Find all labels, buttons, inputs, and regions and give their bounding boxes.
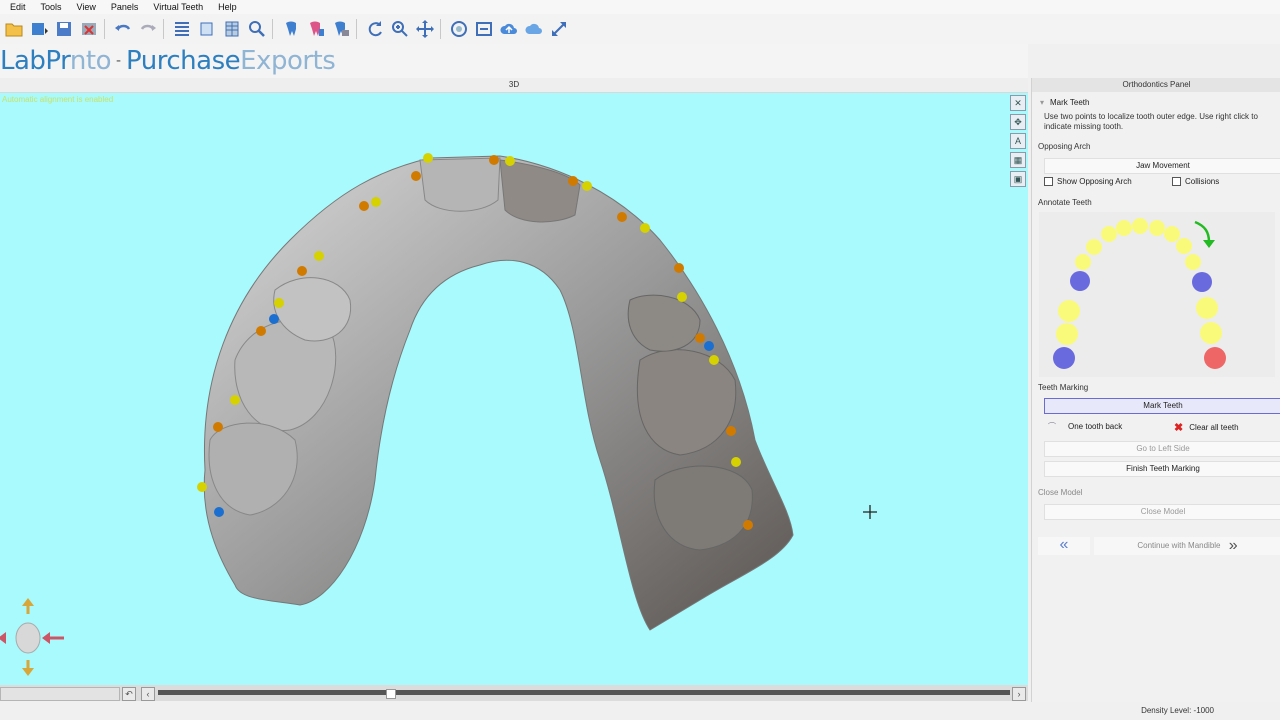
toolbar-separator xyxy=(440,19,441,39)
checkbox-box[interactable] xyxy=(1044,177,1053,186)
clear-all-teeth-button[interactable]: ✖ Clear all teeth xyxy=(1174,421,1239,434)
annotate-teeth-header: Annotate Teeth xyxy=(1038,198,1092,207)
back-double-chevron-icon[interactable]: « xyxy=(1038,537,1090,555)
finish-teeth-marking-button[interactable]: Finish Teeth Marking xyxy=(1044,461,1280,477)
opposing-arch-header: Opposing Arch xyxy=(1038,142,1091,151)
scroll-home-icon[interactable]: ↶ xyxy=(122,687,136,701)
zoom-search-icon[interactable] xyxy=(246,18,268,40)
save-icon[interactable] xyxy=(53,18,75,40)
mark-teeth-hint: Use two points to localize tooth outer e… xyxy=(1044,112,1258,131)
menu-tools[interactable]: Tools xyxy=(31,2,67,12)
crosshair-cursor xyxy=(863,505,877,519)
brand-logo-left: LabPrnto xyxy=(0,46,111,76)
collisions-checkbox[interactable]: Collisions xyxy=(1172,177,1219,186)
scroll-field[interactable] xyxy=(0,687,120,701)
table-icon[interactable] xyxy=(221,18,243,40)
redo-icon[interactable] xyxy=(137,18,159,40)
menu-panels[interactable]: Panels xyxy=(101,2,144,12)
cloud-icon[interactable] xyxy=(523,18,545,40)
toolbar-separator xyxy=(163,19,164,39)
refresh-icon[interactable] xyxy=(364,18,386,40)
scroll-thumb[interactable] xyxy=(386,689,396,699)
main-toolbar xyxy=(0,14,1280,44)
show-opposing-arch-checkbox[interactable]: Show Opposing Arch xyxy=(1044,177,1132,186)
tooth-select-icon[interactable] xyxy=(330,18,352,40)
menu-view[interactable]: View xyxy=(67,2,101,12)
density-level-text: Density Level: -1000 xyxy=(1141,706,1214,715)
tooth-back-icon: ⌒ xyxy=(1048,422,1056,431)
fit-icon[interactable] xyxy=(473,18,495,40)
mark-teeth-section-header[interactable]: ▾ Mark Teeth xyxy=(1040,98,1089,107)
toolbar-separator xyxy=(272,19,273,39)
panel-title: Orthodontics Panel xyxy=(1032,78,1280,92)
export-icon[interactable] xyxy=(28,18,50,40)
expand-icon[interactable] xyxy=(548,18,570,40)
timeline-scrollbar[interactable]: ↶ ‹ › xyxy=(0,685,1028,701)
close-view-icon[interactable]: ✕ xyxy=(1010,95,1026,111)
pan-icon[interactable] xyxy=(414,18,436,40)
menu-bar: Edit Tools View Panels Virtual Teeth Hel… xyxy=(0,0,1280,14)
viewport-side-toolbar: ✕ ✥ A ▦ ▣ xyxy=(1010,95,1026,190)
arch-teeth[interactable] xyxy=(1053,218,1226,369)
rotate-icon[interactable] xyxy=(448,18,470,40)
viewport-tab-title: 3D xyxy=(0,78,1028,93)
panel-navigation: « Continue with Mandible » xyxy=(1038,537,1280,555)
teeth-marking-header: Teeth Marking xyxy=(1038,383,1089,392)
scroll-right-icon[interactable]: › xyxy=(1012,687,1026,701)
camera-view-icon[interactable]: ▣ xyxy=(1010,171,1026,187)
continue-with-mandible-button[interactable]: Continue with Mandible » xyxy=(1094,537,1280,555)
close-model-button[interactable]: Close Model xyxy=(1044,504,1280,520)
upload-cloud-icon[interactable] xyxy=(498,18,520,40)
collapse-triangle-icon[interactable]: ▾ xyxy=(1040,98,1044,107)
status-bar xyxy=(0,702,1280,720)
checkbox-box[interactable] xyxy=(1172,177,1181,186)
orthodontics-panel: Orthodontics Panel ▾ Mark Teeth Use two … xyxy=(1031,78,1280,702)
menu-edit[interactable]: Edit xyxy=(0,2,31,12)
clear-x-icon: ✖ xyxy=(1174,422,1184,434)
one-tooth-back-button[interactable]: ⌒ One tooth back xyxy=(1048,421,1122,432)
annotate-view-icon[interactable]: A xyxy=(1010,133,1026,149)
tooth-current xyxy=(1204,347,1226,369)
menu-virtual-teeth[interactable]: Virtual Teeth xyxy=(143,2,208,12)
mark-teeth-button[interactable]: Mark Teeth xyxy=(1044,398,1280,414)
3d-viewport[interactable]: Automatic alignment is enabled ✕ ✥ A ▦ ▣ xyxy=(0,93,1028,685)
brand-logo-right: PurchaseExports xyxy=(126,46,336,76)
move-view-icon[interactable]: ✥ xyxy=(1010,114,1026,130)
zoom-icon[interactable] xyxy=(389,18,411,40)
undo-icon[interactable] xyxy=(112,18,134,40)
tooth-icon[interactable] xyxy=(280,18,302,40)
scroll-track[interactable] xyxy=(158,690,1010,695)
go-to-left-side-button[interactable]: Go to Left Side xyxy=(1044,441,1280,457)
toolbar-separator xyxy=(356,19,357,39)
brand-separator: - xyxy=(115,53,122,69)
tooth-missing-right xyxy=(1192,272,1212,292)
grid-view-icon[interactable]: ▦ xyxy=(1010,152,1026,168)
jaw-movement-button[interactable]: Jaw Movement xyxy=(1044,158,1280,174)
menu-help[interactable]: Help xyxy=(208,2,242,12)
forward-double-chevron-icon: » xyxy=(1228,537,1238,554)
open-icon[interactable] xyxy=(3,18,25,40)
brand-bar: LabPrnto - PurchaseExports xyxy=(0,44,1028,78)
close-model-header: Close Model xyxy=(1038,488,1083,497)
tooth-color-icon[interactable] xyxy=(305,18,327,40)
scroll-left-icon[interactable]: ‹ xyxy=(141,687,155,701)
grid-icon[interactable] xyxy=(171,18,193,40)
arch-direction-arrow xyxy=(1194,220,1211,243)
toolbar-separator xyxy=(104,19,105,39)
layers-icon[interactable] xyxy=(196,18,218,40)
dental-model[interactable] xyxy=(0,93,1028,685)
orientation-gizmo[interactable] xyxy=(0,598,64,676)
tooth-missing-left xyxy=(1070,271,1090,291)
tooth-missing-left-molar xyxy=(1053,347,1075,369)
teeth-arch-diagram[interactable] xyxy=(1039,212,1275,377)
delete-icon[interactable] xyxy=(78,18,100,40)
